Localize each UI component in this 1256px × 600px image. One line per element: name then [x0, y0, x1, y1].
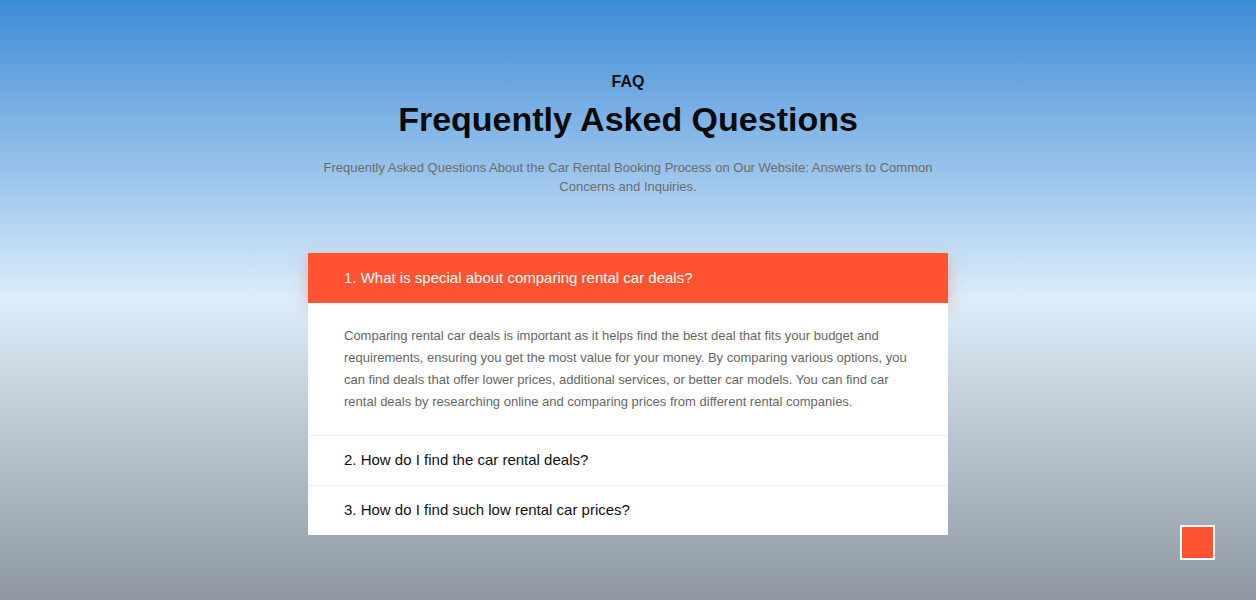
faq-question[interactable]: 1. What is special about comparing renta…	[308, 253, 948, 303]
section-title: Frequently Asked Questions	[398, 99, 858, 139]
section-subtitle: Frequently Asked Questions About the Car…	[318, 158, 938, 196]
faq-section: FAQ Frequently Asked Questions Frequently …	[0, 0, 1256, 600]
faq-item: 2. How do I find the car rental deals?	[308, 435, 948, 485]
faq-answer: Comparing rental car deals is important …	[308, 303, 948, 435]
faq-question[interactable]: 3. How do I find such low rental car pri…	[308, 485, 948, 535]
faq-item: 1. What is special about comparing renta…	[308, 253, 948, 435]
faq-question[interactable]: 2. How do I find the car rental deals?	[308, 435, 948, 485]
faq-item: 3. How do I find such low rental car pri…	[308, 485, 948, 535]
back-to-top-button[interactable]	[1180, 525, 1215, 560]
faq-accordion: 1. What is special about comparing renta…	[308, 253, 948, 535]
eyebrow-label: FAQ	[612, 72, 645, 92]
